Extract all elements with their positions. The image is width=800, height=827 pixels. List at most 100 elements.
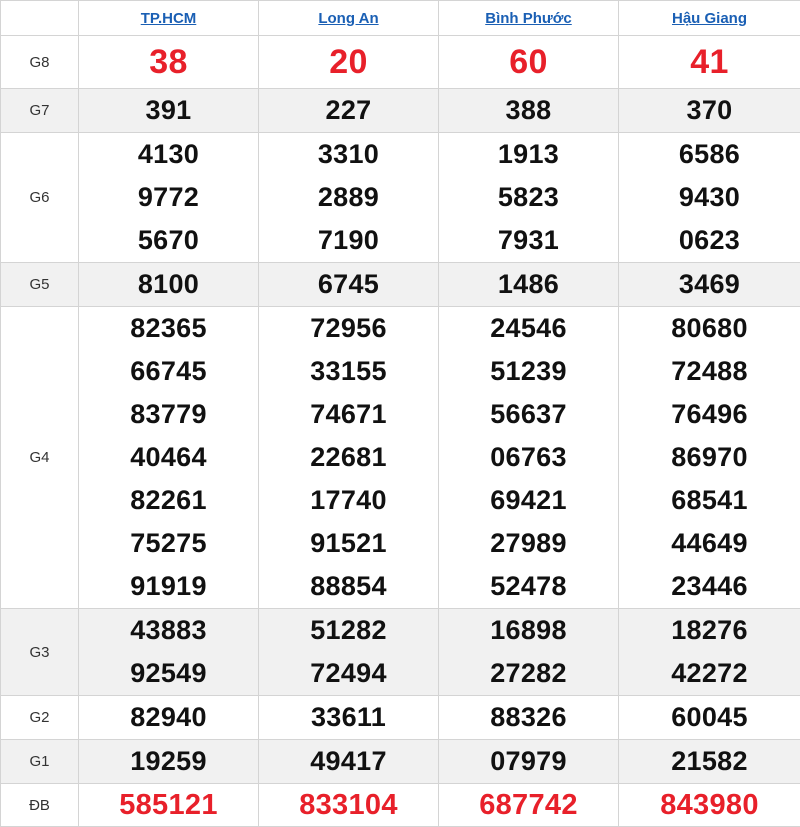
result-cell: 24546 51239 56637 06763 69421 27989 5247… (439, 307, 619, 609)
result-number: 7190 (259, 219, 438, 262)
result-number: 227 (259, 89, 438, 132)
result-number: 18276 (619, 609, 800, 652)
result-number: 42272 (619, 652, 800, 695)
result-number: 3310 (259, 133, 438, 176)
result-number: 06763 (439, 436, 618, 479)
prize-label: G6 (1, 133, 79, 263)
result-number: 72488 (619, 350, 800, 393)
prize-label: G3 (1, 609, 79, 696)
result-cell: 4130 9772 5670 (79, 133, 259, 263)
result-number: 86970 (619, 436, 800, 479)
province-link-long-an[interactable]: Long An (318, 10, 378, 27)
result-cell: 16898 27282 (439, 609, 619, 696)
result-number: 4130 (79, 133, 258, 176)
result-number: 41 (619, 36, 800, 88)
result-number: 1486 (439, 263, 618, 306)
prize-row-g7: G7 391 227 388 370 (1, 89, 800, 133)
result-number: 44649 (619, 522, 800, 565)
province-link-tphcm[interactable]: TP.HCM (141, 10, 197, 27)
result-cell: 18276 42272 (619, 609, 800, 696)
result-number: 27282 (439, 652, 618, 695)
result-number: 6586 (619, 133, 800, 176)
result-cell: 227 (259, 89, 439, 133)
province-link-hau-giang[interactable]: Hậu Giang (672, 10, 747, 27)
result-cell: 72956 33155 74671 22681 17740 91521 8885… (259, 307, 439, 609)
result-cell: 370 (619, 89, 800, 133)
result-cell: 687742 (439, 784, 619, 827)
result-cell: 3469 (619, 263, 800, 307)
result-number: 22681 (259, 436, 438, 479)
result-number: 66745 (79, 350, 258, 393)
province-link-binh-phuoc[interactable]: Bình Phước (485, 10, 572, 27)
result-cell: 41 (619, 36, 800, 89)
result-number: 27989 (439, 522, 618, 565)
result-cell: 60045 (619, 696, 800, 740)
result-cell: 6745 (259, 263, 439, 307)
result-cell: 1486 (439, 263, 619, 307)
result-number: 88326 (439, 696, 618, 739)
result-number: 72956 (259, 307, 438, 350)
result-cell: 21582 (619, 740, 800, 784)
prize-row-special: ĐB 585121 833104 687742 843980 (1, 784, 800, 827)
result-number: 585121 (79, 784, 258, 826)
result-number: 17740 (259, 479, 438, 522)
result-number: 6745 (259, 263, 438, 306)
result-number: 5823 (439, 176, 618, 219)
result-number: 82261 (79, 479, 258, 522)
result-number: 19259 (79, 740, 258, 783)
header-blank-cell (1, 1, 79, 36)
result-number: 0623 (619, 219, 800, 262)
result-number: 20 (259, 36, 438, 88)
result-number: 91521 (259, 522, 438, 565)
result-number: 75275 (79, 522, 258, 565)
result-number: 80680 (619, 307, 800, 350)
result-number: 07979 (439, 740, 618, 783)
result-cell: 8100 (79, 263, 259, 307)
prize-label: G7 (1, 89, 79, 133)
result-number: 76496 (619, 393, 800, 436)
prize-row-g8: G8 38 20 60 41 (1, 36, 800, 89)
result-number: 51239 (439, 350, 618, 393)
result-cell: 585121 (79, 784, 259, 827)
result-cell: 38 (79, 36, 259, 89)
result-number: 370 (619, 89, 800, 132)
prize-row-g3: G3 43883 92549 51282 72494 16898 27282 1… (1, 609, 800, 696)
prize-row-g6: G6 4130 9772 5670 3310 2889 7190 1913 58… (1, 133, 800, 263)
result-cell: 6586 9430 0623 (619, 133, 800, 263)
result-number: 1913 (439, 133, 618, 176)
prize-label: ĐB (1, 784, 79, 827)
prize-label: G2 (1, 696, 79, 740)
prize-row-g2: G2 82940 33611 88326 60045 (1, 696, 800, 740)
result-number: 82940 (79, 696, 258, 739)
result-cell: 60 (439, 36, 619, 89)
result-number: 52478 (439, 565, 618, 608)
prize-row-g4: G4 82365 66745 83779 40464 82261 75275 9… (1, 307, 800, 609)
result-cell: 391 (79, 89, 259, 133)
result-number: 83779 (79, 393, 258, 436)
result-number: 38 (79, 36, 258, 88)
result-number: 8100 (79, 263, 258, 306)
result-cell: 1913 5823 7931 (439, 133, 619, 263)
result-cell: 20 (259, 36, 439, 89)
result-cell: 388 (439, 89, 619, 133)
result-number: 16898 (439, 609, 618, 652)
result-cell: 49417 (259, 740, 439, 784)
result-number: 391 (79, 89, 258, 132)
result-number: 843980 (619, 784, 800, 826)
result-number: 74671 (259, 393, 438, 436)
result-number: 40464 (79, 436, 258, 479)
result-number: 56637 (439, 393, 618, 436)
result-number: 68541 (619, 479, 800, 522)
lottery-results-table: TP.HCM Long An Bình Phước Hậu Giang G8 3… (0, 0, 800, 827)
result-number: 33155 (259, 350, 438, 393)
result-cell: 82365 66745 83779 40464 82261 75275 9191… (79, 307, 259, 609)
result-cell: 80680 72488 76496 86970 68541 44649 2344… (619, 307, 800, 609)
result-number: 23446 (619, 565, 800, 608)
result-number: 60 (439, 36, 618, 88)
result-cell: 843980 (619, 784, 800, 827)
result-number: 49417 (259, 740, 438, 783)
province-header: TP.HCM (79, 1, 259, 36)
result-cell: 833104 (259, 784, 439, 827)
result-number: 72494 (259, 652, 438, 695)
result-number: 69421 (439, 479, 618, 522)
